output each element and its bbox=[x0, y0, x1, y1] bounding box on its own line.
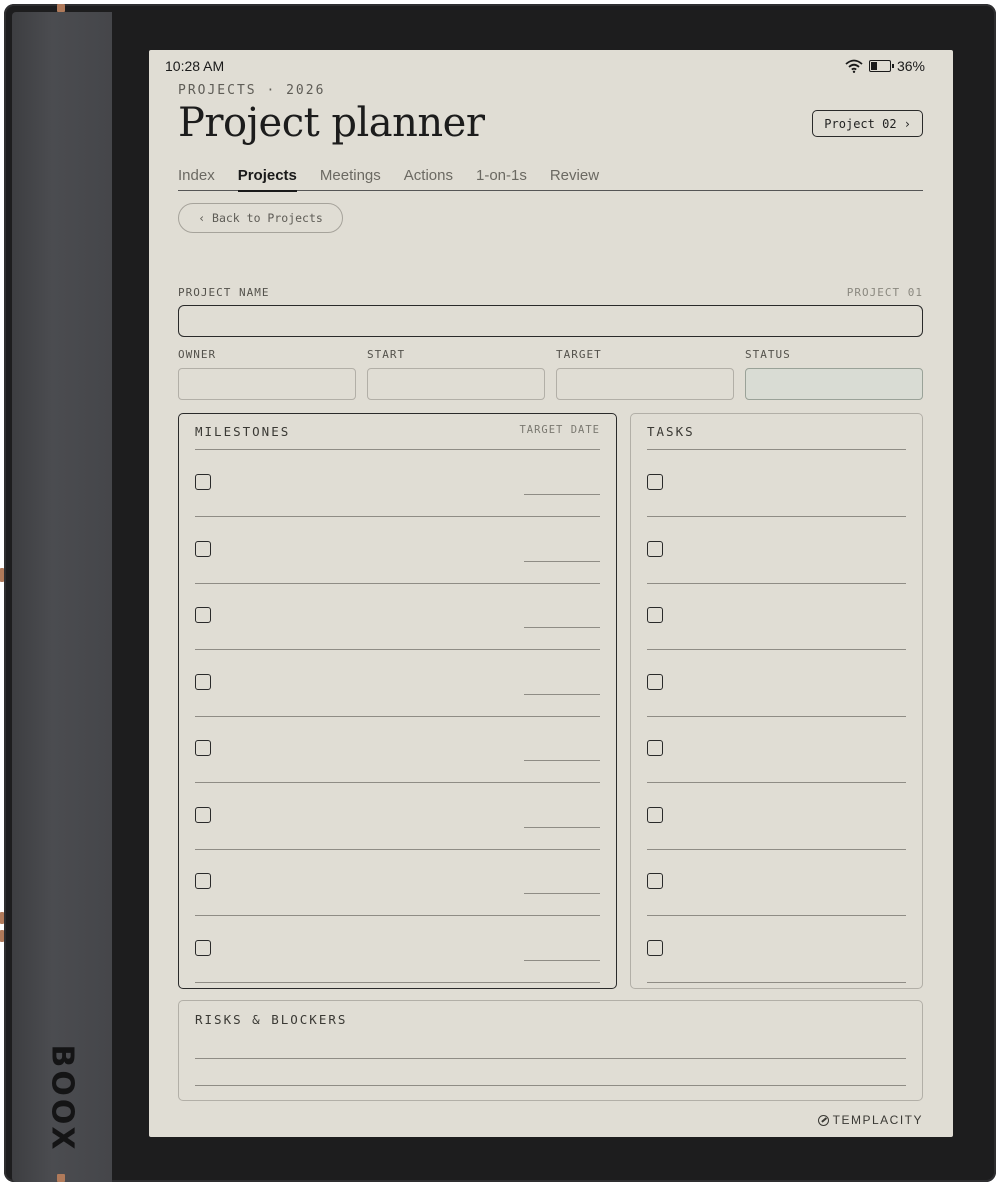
milestone-checkbox[interactable] bbox=[195, 740, 211, 756]
task-row[interactable] bbox=[647, 783, 906, 850]
wifi-icon bbox=[845, 59, 863, 73]
back-to-projects-button[interactable]: ‹ Back to Projects bbox=[178, 203, 343, 233]
milestones-title: MILESTONES bbox=[195, 424, 291, 439]
task-checkbox[interactable] bbox=[647, 873, 663, 889]
milestone-checkbox[interactable] bbox=[195, 474, 211, 490]
target-label: TARGET bbox=[556, 348, 602, 361]
spine-accent-top bbox=[57, 4, 65, 12]
status-label: STATUS bbox=[745, 348, 791, 361]
milestone-target-date-field[interactable] bbox=[524, 893, 600, 894]
milestone-target-date-field[interactable] bbox=[524, 560, 600, 562]
risk-line-1[interactable] bbox=[195, 1058, 906, 1059]
tab-index[interactable]: Index bbox=[178, 165, 215, 190]
project-number: PROJECT 01 bbox=[846, 286, 923, 299]
clock: 10:28 AM bbox=[165, 58, 225, 74]
task-row[interactable] bbox=[647, 849, 906, 916]
milestone-target-date-field[interactable] bbox=[524, 693, 600, 695]
status-bar: 10:28 AM 36% bbox=[165, 56, 925, 76]
milestones-header: MILESTONES TARGET DATE bbox=[195, 414, 600, 450]
status-field[interactable] bbox=[745, 368, 923, 400]
owner-label: OWNER bbox=[178, 348, 217, 361]
owner-field[interactable] bbox=[178, 368, 356, 400]
task-checkbox[interactable] bbox=[647, 740, 663, 756]
milestone-checkbox[interactable] bbox=[195, 540, 211, 557]
screen: 10:28 AM 36% PROJECTS · 2026 Project pla… bbox=[149, 50, 953, 1137]
device-spine bbox=[12, 12, 112, 1182]
page-eyebrow: PROJECTS · 2026 bbox=[178, 83, 326, 98]
milestone-checkbox[interactable] bbox=[195, 673, 211, 690]
templacity-logo: TEMPLACITY bbox=[817, 1113, 923, 1127]
tab-bar: Index Projects Meetings Actions 1-on-1s … bbox=[178, 165, 923, 192]
side-button bbox=[0, 568, 4, 582]
project-name-field[interactable] bbox=[178, 305, 923, 337]
task-checkbox[interactable] bbox=[647, 607, 663, 623]
milestone-row[interactable] bbox=[195, 583, 600, 650]
battery-icon bbox=[868, 60, 894, 72]
milestones-panel: MILESTONES TARGET DATE bbox=[178, 413, 617, 989]
milestone-target-date-field[interactable] bbox=[524, 826, 600, 828]
spine-accent-bottom bbox=[57, 1174, 65, 1182]
battery-level bbox=[870, 62, 877, 70]
task-checkbox[interactable] bbox=[647, 540, 663, 557]
task-checkbox[interactable] bbox=[647, 806, 663, 823]
milestone-row[interactable] bbox=[195, 783, 600, 850]
milestone-checkbox[interactable] bbox=[195, 806, 211, 823]
tab-actions[interactable]: Actions bbox=[404, 165, 453, 190]
milestone-checkbox[interactable] bbox=[195, 607, 211, 623]
target-field[interactable] bbox=[556, 368, 734, 400]
risks-panel: RISKS & BLOCKERS bbox=[178, 1000, 923, 1101]
milestone-target-date-field[interactable] bbox=[524, 627, 600, 628]
task-checkbox[interactable] bbox=[647, 474, 663, 490]
project-name-label: PROJECT NAME bbox=[178, 286, 270, 299]
milestone-target-date-field[interactable] bbox=[524, 760, 600, 761]
start-label: START bbox=[367, 348, 406, 361]
templacity-logo-text: TEMPLACITY bbox=[832, 1113, 923, 1127]
target-date-column: TARGET DATE bbox=[519, 424, 600, 436]
next-project-button[interactable]: Project 02 › bbox=[812, 110, 923, 137]
tab-1-on-1s[interactable]: 1-on-1s bbox=[476, 165, 527, 190]
tab-meetings[interactable]: Meetings bbox=[320, 165, 381, 190]
milestone-row[interactable] bbox=[195, 517, 600, 584]
side-accent-1 bbox=[0, 912, 4, 924]
milestone-checkbox[interactable] bbox=[195, 873, 211, 889]
task-row[interactable] bbox=[647, 716, 906, 783]
task-row[interactable] bbox=[647, 916, 906, 983]
task-checkbox[interactable] bbox=[647, 673, 663, 690]
task-checkbox[interactable] bbox=[647, 939, 663, 956]
milestone-row[interactable] bbox=[195, 450, 600, 517]
risk-line-2[interactable] bbox=[195, 1085, 906, 1086]
risks-title: RISKS & BLOCKERS bbox=[195, 1012, 348, 1027]
milestone-target-date-field[interactable] bbox=[524, 959, 600, 961]
start-field[interactable] bbox=[367, 368, 545, 400]
status-indicators: 36% bbox=[845, 58, 925, 74]
task-row[interactable] bbox=[647, 583, 906, 650]
milestone-checkbox[interactable] bbox=[195, 939, 211, 956]
tasks-title: TASKS bbox=[647, 424, 695, 439]
task-row[interactable] bbox=[647, 517, 906, 584]
page-title: Project planner bbox=[178, 100, 485, 146]
tasks-header: TASKS bbox=[647, 414, 906, 450]
milestone-row[interactable] bbox=[195, 916, 600, 983]
device-brand-logo: BOOX bbox=[44, 1044, 80, 1152]
tasks-panel: TASKS bbox=[630, 413, 923, 989]
templacity-logo-icon bbox=[817, 1114, 829, 1126]
tab-projects[interactable]: Projects bbox=[237, 165, 298, 192]
milestone-row[interactable] bbox=[195, 849, 600, 916]
task-row[interactable] bbox=[647, 450, 906, 517]
milestone-row[interactable] bbox=[195, 650, 600, 717]
tab-review[interactable]: Review bbox=[550, 165, 599, 190]
side-accent-2 bbox=[0, 930, 4, 942]
battery-percent: 36% bbox=[896, 58, 925, 74]
task-row[interactable] bbox=[647, 650, 906, 717]
milestone-row[interactable] bbox=[195, 716, 600, 783]
milestone-target-date-field[interactable] bbox=[524, 494, 600, 495]
